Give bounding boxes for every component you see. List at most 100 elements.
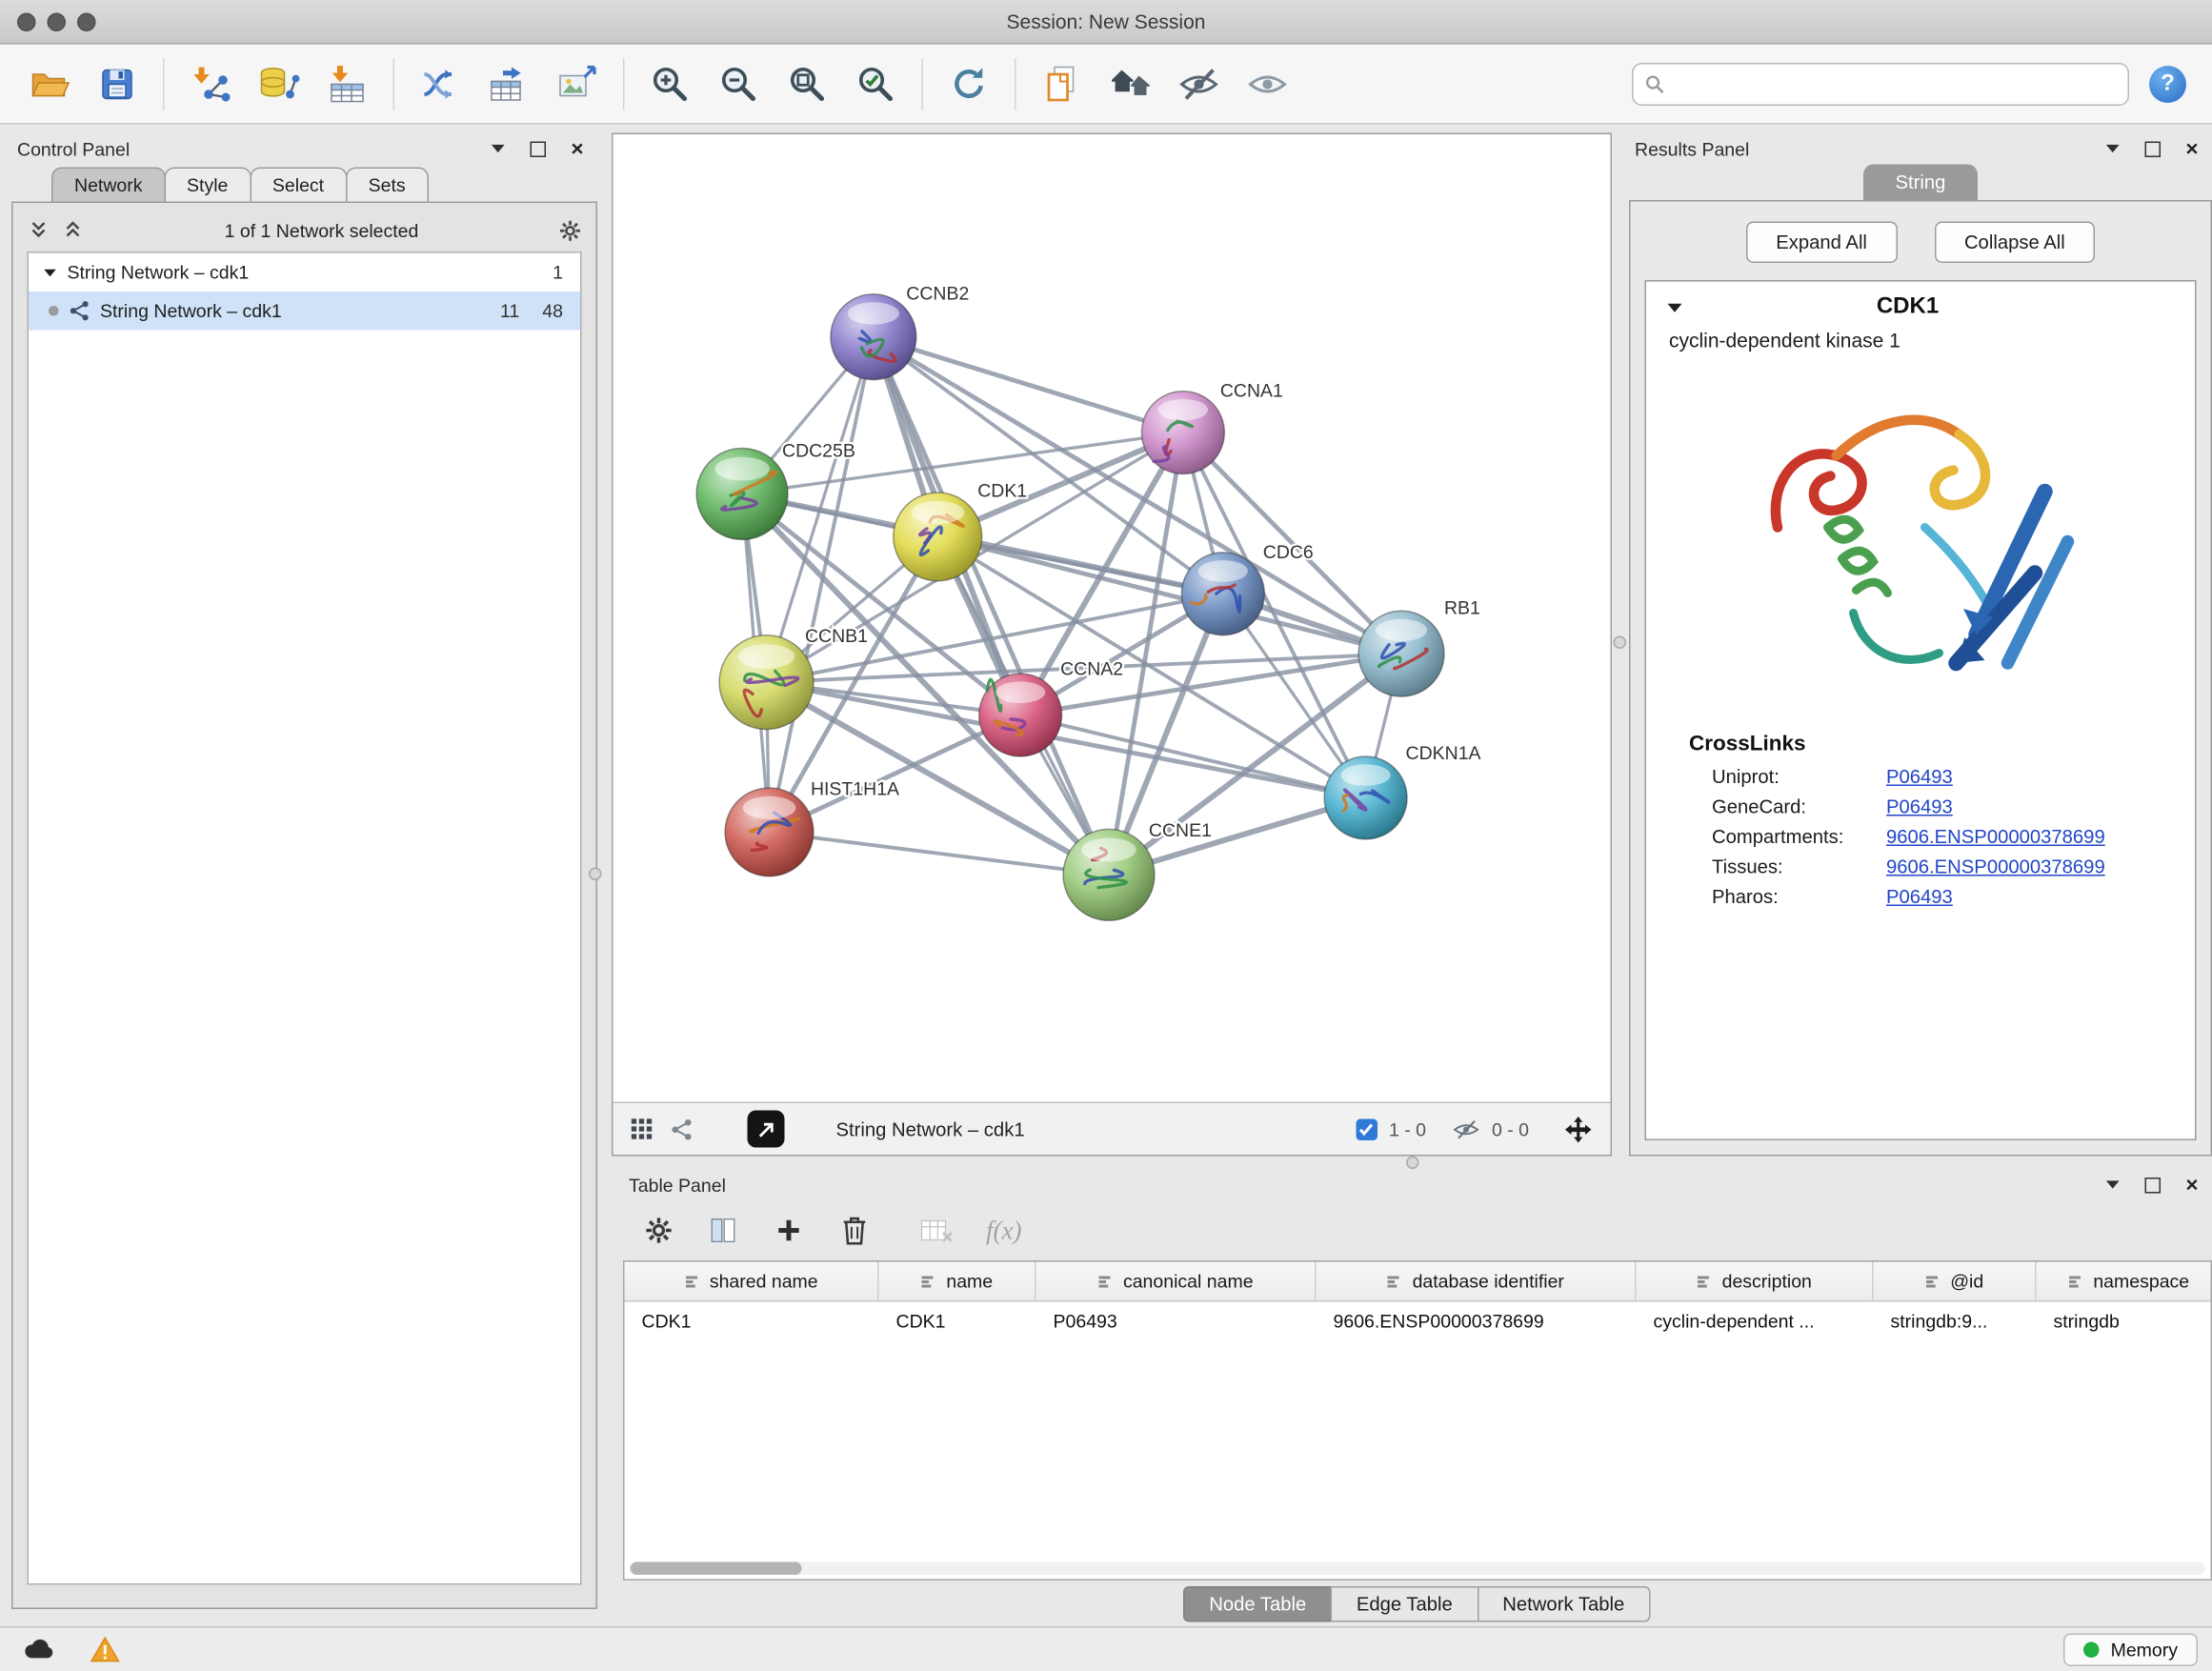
sphere-highlight xyxy=(714,457,770,481)
crosslink-value-link[interactable]: P06493 xyxy=(1886,886,1953,908)
node-CCNA1[interactable]: CCNA1 xyxy=(1141,381,1282,474)
float-results-panel-button[interactable] xyxy=(2101,137,2123,160)
memory-button[interactable]: Memory xyxy=(2063,1633,2198,1666)
zoom-fit-button[interactable] xyxy=(774,52,842,115)
zoom-in-button[interactable] xyxy=(636,52,705,115)
table-row[interactable]: CDK1CDK1P064939606.ENSP00000378699cyclin… xyxy=(625,1302,2211,1341)
maximize-table-panel-button[interactable] xyxy=(2141,1174,2163,1197)
tab-string[interactable]: String xyxy=(1864,165,1978,201)
open-session-button[interactable] xyxy=(14,52,83,115)
column-header--id[interactable]: @id xyxy=(1874,1262,2037,1301)
float-panel-button[interactable] xyxy=(486,137,509,160)
hide-selected-button[interactable] xyxy=(1165,52,1234,115)
horizontal-splitter-handle[interactable] xyxy=(1406,1157,1419,1170)
horizontal-splitter[interactable] xyxy=(612,1157,2212,1170)
save-session-button[interactable] xyxy=(83,52,151,115)
vertical-splitter[interactable] xyxy=(1612,133,1629,1157)
table-horizontal-scrollbar[interactable] xyxy=(631,1562,2205,1576)
edge-CCNB2-CCNA1[interactable] xyxy=(874,337,1183,433)
vertical-splitter-handle[interactable] xyxy=(1614,636,1627,650)
edge-CCNB2-CCNE1[interactable] xyxy=(874,337,1109,876)
help-button[interactable]: ? xyxy=(2149,65,2186,102)
search-field[interactable] xyxy=(1632,62,2129,105)
tab-network[interactable]: Network xyxy=(51,168,166,202)
column-header-shared-name[interactable]: shared name xyxy=(625,1262,879,1301)
node-label-HIST1H1A: HIST1H1A xyxy=(811,778,899,799)
tab-select[interactable]: Select xyxy=(250,168,347,202)
gene-section-header[interactable]: CDK1 xyxy=(1646,282,2195,324)
column-header-canonical-name[interactable]: canonical name xyxy=(1036,1262,1317,1301)
node-CDKN1A[interactable]: CDKN1A xyxy=(1324,743,1480,839)
birdseye-view-button[interactable] xyxy=(671,1117,694,1140)
apply-layout-button[interactable] xyxy=(935,52,1003,115)
home-button[interactable] xyxy=(1096,52,1165,115)
network-canvas-wrap[interactable]: CCNB2CCNA1CDC25BCDK1CDC6RB1CCNB1CCNA2CDK… xyxy=(613,134,1611,1102)
import-table-from-file-button[interactable] xyxy=(313,52,382,115)
column-header-description[interactable]: description xyxy=(1637,1262,1874,1301)
node-CDK1[interactable]: CDK1 xyxy=(894,480,1027,580)
close-results-panel-button[interactable]: × xyxy=(2181,137,2203,160)
function-builder-button[interactable]: f(x) xyxy=(986,1216,1021,1246)
pan-move-icon[interactable] xyxy=(1563,1114,1594,1144)
crosslink-value-link[interactable]: 9606.ENSP00000378699 xyxy=(1886,856,2105,878)
collapse-all-networks-button[interactable] xyxy=(62,219,85,242)
close-icon: × xyxy=(2185,1174,2198,1196)
results-panel-header: Results Panel × xyxy=(1629,133,2212,165)
import-network-from-database-button[interactable] xyxy=(245,52,313,115)
network-canvas[interactable]: CCNB2CCNA1CDC25BCDK1CDC6RB1CCNB1CCNA2CDK… xyxy=(613,134,1611,1102)
warnings-button[interactable] xyxy=(80,1633,129,1667)
network-row-selected[interactable]: String Network – cdk1 11 48 xyxy=(29,292,580,331)
scrollbar-thumb[interactable] xyxy=(631,1562,802,1576)
tab-style[interactable]: Style xyxy=(164,168,251,202)
maximize-results-panel-button[interactable] xyxy=(2141,137,2163,160)
maximize-panel-button[interactable] xyxy=(526,137,549,160)
search-input[interactable] xyxy=(1674,71,2117,96)
tab-edge-table[interactable]: Edge Table xyxy=(1331,1586,1478,1622)
node-RB1[interactable]: RB1 xyxy=(1358,597,1480,696)
open-in-new-window-button[interactable] xyxy=(748,1111,785,1148)
column-header-namespace[interactable]: namespace xyxy=(2037,1262,2212,1301)
export-table-button[interactable] xyxy=(474,52,543,115)
import-network-from-file-button[interactable] xyxy=(176,52,245,115)
column-header-database-identifier[interactable]: database identifier xyxy=(1317,1262,1637,1301)
close-table-panel-button[interactable]: × xyxy=(2181,1174,2203,1197)
maximize-icon xyxy=(2144,1177,2161,1193)
crosslink-value-link[interactable]: P06493 xyxy=(1886,796,1953,818)
network-collection-row[interactable]: String Network – cdk1 1 xyxy=(29,253,580,292)
network-options-button[interactable] xyxy=(559,219,582,242)
collapse-all-button[interactable]: Collapse All xyxy=(1934,222,2095,264)
node-HIST1H1A[interactable]: HIST1H1A xyxy=(725,778,899,876)
show-all-button[interactable] xyxy=(1234,52,1302,115)
export-image-button[interactable] xyxy=(543,52,612,115)
edge-HIST1H1A-CCNE1[interactable] xyxy=(770,832,1109,875)
zoom-selected-button[interactable] xyxy=(842,52,911,115)
crosslink-value-link[interactable]: P06493 xyxy=(1886,766,1953,788)
column-header-name[interactable]: name xyxy=(879,1262,1036,1301)
create-column-button[interactable] xyxy=(772,1214,806,1248)
zoom-out-button[interactable] xyxy=(705,52,774,115)
expand-all-button[interactable]: Expand All xyxy=(1746,222,1898,264)
new-network-from-selection-button[interactable] xyxy=(406,52,474,115)
delete-table-button[interactable] xyxy=(917,1214,955,1248)
grid-view-button[interactable] xyxy=(631,1117,654,1140)
sphere-highlight xyxy=(1198,560,1248,582)
tab-sets[interactable]: Sets xyxy=(346,168,429,202)
left-splitter-handle[interactable] xyxy=(589,868,602,881)
node-CCNE1[interactable]: CCNE1 xyxy=(1063,820,1212,920)
expand-all-networks-button[interactable] xyxy=(28,219,50,242)
selected-nodes-checkbox-icon[interactable] xyxy=(1356,1118,1377,1140)
gene-name: CDK1 xyxy=(1683,294,2132,320)
show-columns-button[interactable] xyxy=(706,1214,740,1248)
node-CCNB2[interactable]: CCNB2 xyxy=(831,284,969,380)
current-network-bullet-icon xyxy=(49,306,59,316)
table-options-button[interactable] xyxy=(643,1215,674,1246)
chevron-down-icon xyxy=(2104,143,2121,154)
cloud-status-button[interactable] xyxy=(14,1633,63,1667)
delete-column-button[interactable] xyxy=(837,1214,872,1248)
duplicate-network-button[interactable] xyxy=(1028,52,1096,115)
crosslink-value-link[interactable]: 9606.ENSP00000378699 xyxy=(1886,826,2105,848)
tab-network-table[interactable]: Network Table xyxy=(1477,1586,1650,1622)
float-table-panel-button[interactable] xyxy=(2101,1174,2123,1197)
close-panel-button[interactable]: × xyxy=(566,137,589,160)
tab-node-table[interactable]: Node Table xyxy=(1183,1586,1332,1622)
